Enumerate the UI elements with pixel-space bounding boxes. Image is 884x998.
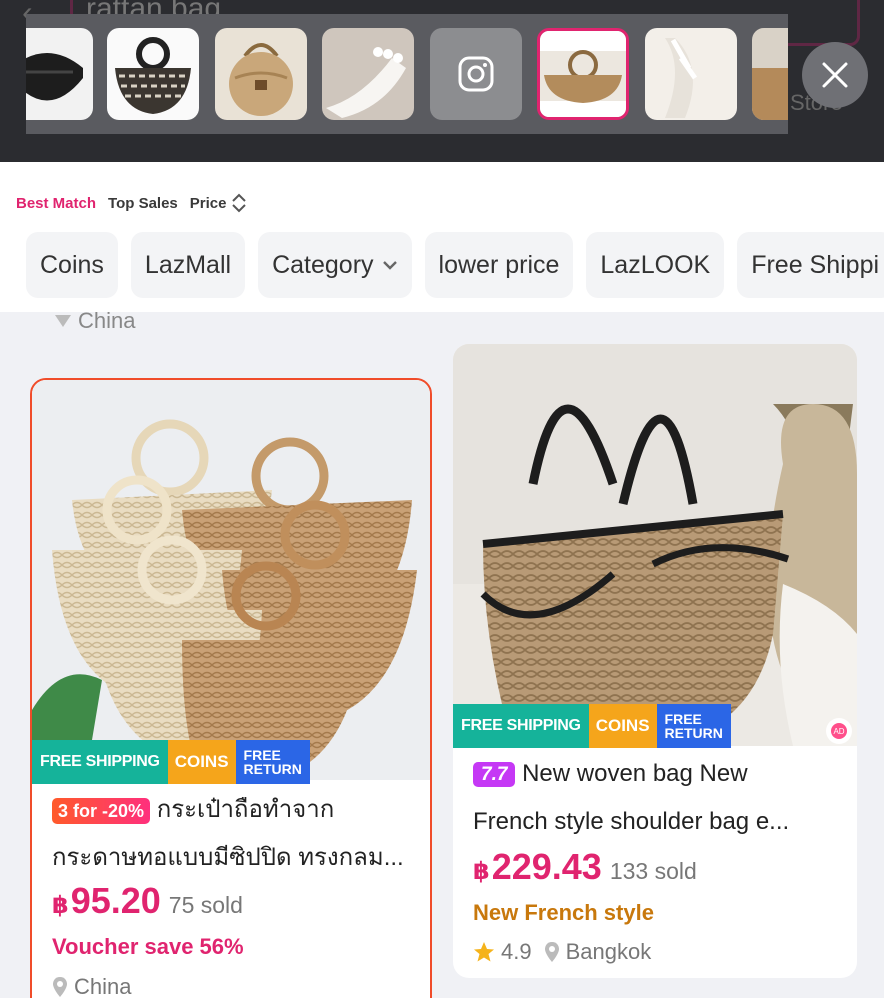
chip-label: LazLOOK <box>600 250 711 279</box>
currency-symbol: ฿ <box>473 858 490 885</box>
thumbnail-woven-bag[interactable] <box>107 28 199 120</box>
chip-label: Free Shippi <box>751 250 880 279</box>
sold-count: 75 sold <box>168 892 243 918</box>
chevron-down-icon <box>382 261 397 270</box>
chip-lazmall[interactable]: LazMall <box>130 232 246 298</box>
thumbnail-partial[interactable] <box>752 28 788 120</box>
chip-category[interactable]: Category <box>258 232 412 298</box>
rating-value: 4.9 <box>501 939 532 964</box>
badge-free-return: FREE RETURN <box>656 704 731 748</box>
badge-row: FREE SHIPPING COINS FREE RETURN <box>453 704 731 748</box>
search-history-overlay: ‹ rattan bag Store <box>0 0 884 162</box>
filter-bar: Best Match Top Sales Price Coins LazMall… <box>0 162 884 312</box>
chip-label: Category <box>272 250 374 279</box>
product-title: 7.7 New woven bag New French style shoul… <box>473 750 839 846</box>
filter-chips: Coins LazMall Category lower price LazLO… <box>26 232 884 298</box>
product-card[interactable]: FREE SHIPPING COINS FREE RETURN 3 for -2… <box>30 378 432 998</box>
camera-button[interactable] <box>430 28 522 120</box>
thumbnail-black-bag[interactable] <box>26 28 93 120</box>
badge-coins: COINS <box>167 740 236 784</box>
sort-arrows-icon <box>232 193 247 213</box>
chip-label: lower price <box>438 250 560 279</box>
chip-lower-price[interactable]: lower price <box>424 232 574 298</box>
badge-free-return-line2: RETURN <box>243 761 302 777</box>
currency-symbol: ฿ <box>52 892 69 919</box>
badge-free-shipping: FREE SHIPPING <box>32 740 168 784</box>
product-title-line1: กระเป๋าถือทำจาก <box>156 796 335 823</box>
sort-options: Best Match Top Sales Price <box>16 192 248 214</box>
product-price: 95.20 <box>70 880 161 921</box>
location-pin-icon <box>544 942 559 962</box>
location-text: Bangkok <box>565 939 652 964</box>
voucher-text: Voucher save 56% <box>52 934 244 959</box>
thumbnail-selected-bag[interactable] <box>537 28 629 120</box>
sort-best-match[interactable]: Best Match <box>16 195 96 212</box>
location-pin-icon <box>55 315 71 327</box>
close-icon <box>822 62 848 88</box>
chip-label: Coins <box>40 250 104 279</box>
badge-free-return: FREE RETURN <box>235 740 310 784</box>
promo-badge: 3 for -20% <box>52 797 151 824</box>
sort-price-label: Price <box>189 194 227 212</box>
product-title: 3 for -20% กระเป๋าถือทำจาก กระดาษทอแบบมี… <box>52 786 412 882</box>
badge-row: FREE SHIPPING COINS FREE RETURN <box>32 740 310 784</box>
image-thumbnail-strip[interactable] <box>26 14 788 134</box>
product-image <box>453 344 857 746</box>
chip-label: LazMall <box>144 250 232 279</box>
thumbnail-round-rattan[interactable] <box>215 28 307 120</box>
sort-price[interactable]: Price <box>190 192 249 214</box>
location-text: China <box>78 308 136 333</box>
badge-coins: COINS <box>588 704 657 748</box>
product-title-line2: กระดาษทอแบบมีซิปปิด ทรงกลม... <box>52 844 404 871</box>
badge-free-return-line1: FREE <box>243 747 281 763</box>
product-title-line1: New woven bag New <box>522 760 748 787</box>
badge-free-return-line2: RETURN <box>664 725 723 741</box>
sold-count: 133 sold <box>609 858 697 884</box>
thumbnail-white-shoe[interactable] <box>322 28 414 120</box>
product-card[interactable]: FREE SHIPPING COINS FREE RETURN AD 7.7 N… <box>453 344 857 978</box>
style-text: New French style <box>473 900 654 925</box>
location-text: China <box>74 974 132 998</box>
location-pin-icon <box>53 977 67 997</box>
price-row: ฿ 95.20 75 sold <box>52 880 243 922</box>
badge-free-return-line1: FREE <box>664 711 702 727</box>
camera-icon <box>458 56 494 92</box>
location-row: China <box>52 974 131 998</box>
sort-top-sales[interactable]: Top Sales <box>108 195 178 212</box>
campaign-badge: 7.7 <box>473 762 516 788</box>
ad-icon: AD <box>826 718 852 744</box>
thumbnail-shoe[interactable] <box>645 28 737 120</box>
product-title-line2: French style shoulder bag e... <box>473 808 790 835</box>
badge-free-shipping: FREE SHIPPING <box>453 704 589 748</box>
price-row: ฿ 229.43 133 sold <box>473 846 697 888</box>
rating-location-row: 4.9 Bangkok <box>473 939 651 965</box>
chip-free-shipping[interactable]: Free Shippi <box>737 232 884 298</box>
product-image <box>32 380 430 780</box>
chip-lazlook[interactable]: LazLOOK <box>586 232 725 298</box>
product-price: 229.43 <box>491 846 602 887</box>
close-button[interactable] <box>802 42 868 108</box>
location-partial: China <box>54 308 135 334</box>
chip-coins[interactable]: Coins <box>26 232 118 298</box>
svg-text:AD: AD <box>833 727 844 736</box>
star-icon <box>474 942 494 962</box>
